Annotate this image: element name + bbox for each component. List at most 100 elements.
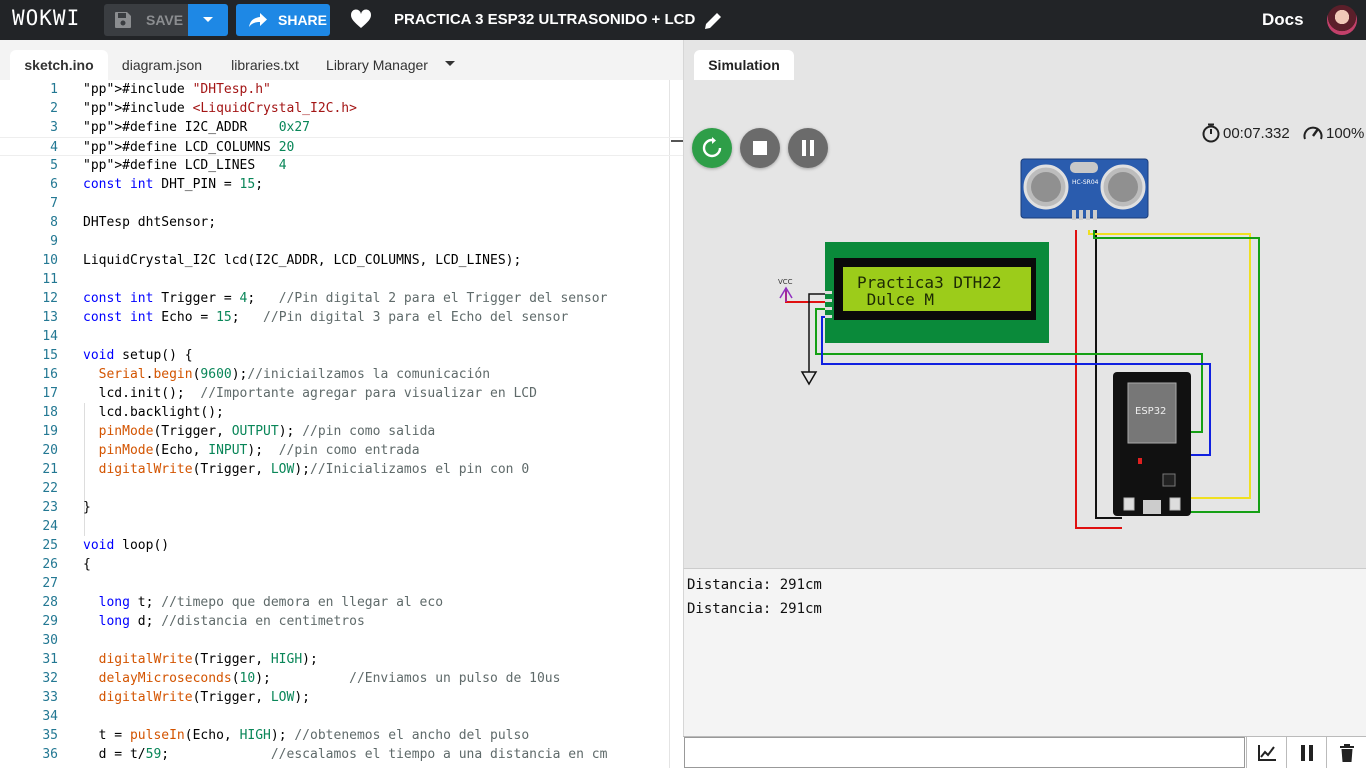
code-line[interactable]: 10 LiquidCrystal_I2C lcd(I2C_ADDR, LCD_CO… <box>0 251 683 270</box>
code-line[interactable]: 34 <box>0 707 683 726</box>
line-number: 15 <box>42 348 58 363</box>
tab-libraries[interactable]: libraries.txt <box>218 50 312 80</box>
line-number: 18 <box>42 405 58 420</box>
ultrasonic-label: HC-SR04 <box>1072 179 1099 186</box>
esp32-label: ESP32 <box>1135 406 1166 417</box>
gnd-symbol <box>800 371 818 386</box>
line-number: 8 <box>50 215 58 230</box>
line-number: 32 <box>42 671 58 686</box>
code-line[interactable]: 14 <box>0 327 683 346</box>
pencil-icon[interactable] <box>703 11 723 31</box>
docs-link[interactable]: Docs <box>1262 10 1304 30</box>
line-text: DHTesp dhtSensor; <box>83 215 217 230</box>
code-line[interactable]: 20 pinMode(Echo, INPUT); //pin como entr… <box>0 441 683 460</box>
line-text: pinMode(Echo, INPUT); //pin como entrada <box>98 443 420 458</box>
line-number: 5 <box>50 158 58 173</box>
code-line[interactable]: 3 "pp">#define I2C_ADDR 0x27 <box>0 118 683 137</box>
code-line[interactable]: 12 const int Trigger = 4; //Pin digital 2… <box>0 289 683 308</box>
code-line[interactable]: 7 <box>0 194 683 213</box>
code-line[interactable]: 36 d = t/59; //escalamos el tiempo a una… <box>0 745 683 764</box>
serial-input[interactable] <box>684 737 1245 768</box>
line-text: const int DHT_PIN = 15; <box>83 177 264 192</box>
code-line[interactable]: 13 const int Echo = 15; //Pin digital 3 p… <box>0 308 683 327</box>
code-line[interactable]: 31 digitalWrite(Trigger, HIGH); <box>0 650 683 669</box>
code-line[interactable]: 27 <box>0 574 683 593</box>
code-line[interactable]: 28 long t; //timepo que demora en llegar… <box>0 593 683 612</box>
code-line[interactable]: 26 { <box>0 555 683 574</box>
line-text: "pp">#define I2C_ADDR 0x27 <box>83 120 310 135</box>
line-text: lcd.backlight(); <box>83 405 224 420</box>
line-number: 2 <box>50 101 58 116</box>
line-text: } <box>83 500 91 515</box>
code-line[interactable]: 18 lcd.backlight(); <box>0 403 683 422</box>
tab-library-manager[interactable]: Library Manager <box>316 50 438 80</box>
tab-sketch[interactable]: sketch.ino <box>10 50 108 80</box>
code-line[interactable]: 17 lcd.init(); //Importante agregar para… <box>0 384 683 403</box>
save-button[interactable]: SAVE <box>104 4 188 36</box>
tab-diagram[interactable]: diagram.json <box>110 50 214 80</box>
line-text: lcd.init(); //Importante agregar para vi… <box>83 386 537 401</box>
code-line[interactable]: 19 pinMode(Trigger, OUTPUT); //pin como … <box>0 422 683 441</box>
code-line[interactable]: 8 DHTesp dhtSensor; <box>0 213 683 232</box>
line-text: d = t/59; //escalamos el tiempo a una di… <box>83 747 608 762</box>
line-text: LiquidCrystal_I2C lcd(I2C_ADDR, LCD_COLU… <box>83 253 522 268</box>
project-title: PRACTICA 3 ESP32 ULTRASONIDO + LCD <box>394 11 696 28</box>
line-number: 14 <box>42 329 58 344</box>
heart-icon[interactable] <box>350 9 372 29</box>
line-text: void setup() { <box>83 348 193 363</box>
esp32-board: ESP32 <box>1113 372 1191 516</box>
line-text: { <box>83 557 91 572</box>
clear-button[interactable] <box>1326 737 1366 768</box>
line-text: Serial.begin(9600);//iniciailzamos la co… <box>98 367 491 382</box>
simulation-canvas[interactable]: 00:07.332 100% VCC HC-SR04 Practica3 DTH… <box>684 80 1366 568</box>
save-dropdown-button[interactable] <box>188 4 228 36</box>
line-number: 36 <box>42 747 58 762</box>
line-number: 1 <box>50 82 58 97</box>
code-line[interactable]: 6 const int DHT_PIN = 15; <box>0 175 683 194</box>
code-line[interactable]: 1 "pp">#include "DHTesp.h" <box>0 80 683 99</box>
share-button[interactable]: SHARE <box>236 4 330 36</box>
line-number: 6 <box>50 177 58 192</box>
line-number: 30 <box>42 633 58 648</box>
line-number: 9 <box>50 234 58 249</box>
lcd-line-2: Dulce M <box>857 290 934 309</box>
code-line[interactable]: 4 "pp">#define LCD_COLUMNS 20 <box>0 137 683 156</box>
line-number: 29 <box>42 614 58 629</box>
wokwi-logo[interactable]: WOKWI <box>12 6 80 30</box>
code-editor[interactable]: 1 "pp">#include "DHTesp.h" 2 "pp">#include … <box>0 80 683 768</box>
line-text: delayMicroseconds(10); //Enviamos un pul… <box>98 671 561 686</box>
serial-toolbar <box>683 736 1366 768</box>
tab-simulation[interactable]: Simulation <box>694 50 794 80</box>
code-line[interactable]: 16 Serial.begin(9600);//iniciailzamos la… <box>0 365 683 384</box>
code-line[interactable]: 11 <box>0 270 683 289</box>
code-line[interactable]: 22 <box>0 479 683 498</box>
tabs-menu-icon[interactable] <box>444 60 456 68</box>
code-line[interactable]: 25 void loop() <box>0 536 683 555</box>
line-text: digitalWrite(Trigger, HIGH); <box>98 652 318 667</box>
code-line[interactable]: 24 <box>0 517 683 536</box>
plotter-button[interactable] <box>1246 737 1286 768</box>
code-line[interactable]: 9 <box>0 232 683 251</box>
line-number: 11 <box>42 272 58 287</box>
code-line[interactable]: 23} <box>0 498 683 517</box>
code-line[interactable]: 21 digitalWrite(Trigger, LOW);//Iniciali… <box>0 460 683 479</box>
line-text: long d; //distancia en centimetros <box>98 614 365 629</box>
line-number: 4 <box>50 140 58 155</box>
line-number: 13 <box>42 310 58 325</box>
pause-icon <box>1300 744 1313 761</box>
avatar[interactable] <box>1327 5 1357 35</box>
circuit-diagram: VCC HC-SR04 Practica3 DTH22 Dulce M ESP3… <box>778 158 1260 529</box>
line-number: 10 <box>42 253 58 268</box>
top-bar: WOKWI SAVE SHARE PRACTICA 3 ESP32 ULTRAS… <box>0 0 1366 40</box>
code-line[interactable]: 29 long d; //distancia en centimetros <box>0 612 683 631</box>
wire-red-vcc <box>785 288 830 303</box>
code-line[interactable]: 2 "pp">#include <LiquidCrystal_I2C.h> <box>0 99 683 118</box>
code-line[interactable]: 32 delayMicroseconds(10); //Enviamos un … <box>0 669 683 688</box>
line-number: 33 <box>42 690 58 705</box>
code-line[interactable]: 30 <box>0 631 683 650</box>
code-line[interactable]: 5 "pp">#define LCD_LINES 4 <box>0 156 683 175</box>
code-line[interactable]: 15 void setup() { <box>0 346 683 365</box>
serial-pause-button[interactable] <box>1286 737 1326 768</box>
code-line[interactable]: 35 t = pulseIn(Echo, HIGH); //obtenemos … <box>0 726 683 745</box>
code-line[interactable]: 33 digitalWrite(Trigger, LOW); <box>0 688 683 707</box>
